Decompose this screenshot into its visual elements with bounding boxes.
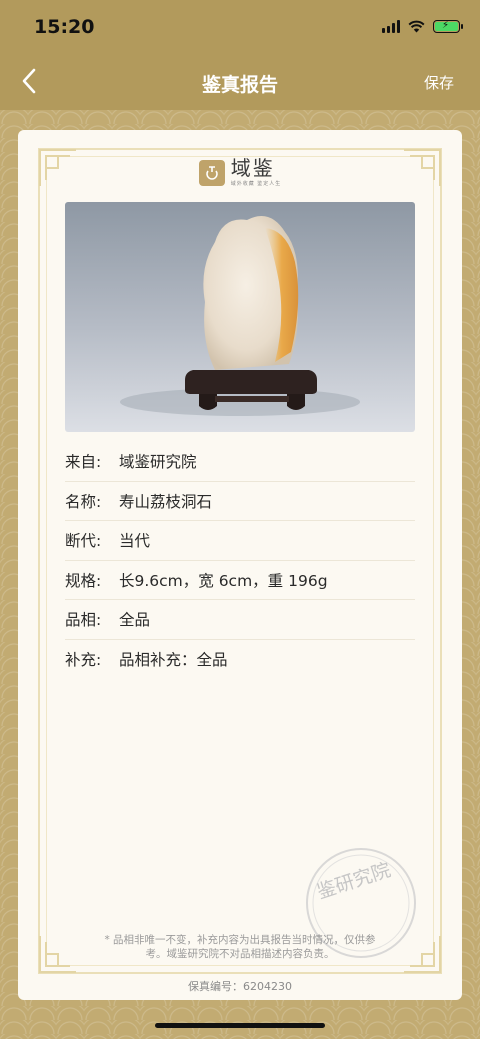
detail-row-spec: 规格: 长9.6cm，宽 6cm，重 196g (65, 561, 415, 600)
report-card: 域鉴 域外收藏 鉴定人生 来自: 域鉴研究院 名称: 寿山荔枝洞石 断代: 当代… (18, 130, 462, 1000)
detail-label: 补充: (65, 651, 102, 670)
detail-label: 来自: (65, 453, 102, 472)
detail-row-condition: 品相: 全品 (65, 600, 415, 640)
detail-value: 域鉴研究院 (119, 453, 197, 472)
status-icons: ⚡ (382, 19, 463, 33)
save-button[interactable]: 保存 (424, 72, 454, 93)
corner-ornament-icon (39, 936, 76, 973)
status-time: 15:20 (34, 16, 95, 38)
detail-value: 当代 (119, 532, 151, 551)
battery-icon: ⚡ (433, 19, 463, 33)
detail-row-supplement: 补充: 品相补充：全品 (65, 640, 415, 680)
signal-icon (382, 19, 400, 33)
logo-name: 域鉴 (230, 156, 275, 180)
brand-logo: 域鉴 域外收藏 鉴定人生 (18, 158, 462, 187)
logo-mark-icon (198, 159, 225, 186)
detail-value: 品相补充：全品 (119, 651, 228, 670)
top-bar: 15:20 ⚡ 鉴真报告 保存 (0, 0, 480, 110)
disclaimer-line-1: * 品相非唯一不变，补充内容为出具报告当时情况，仅供参 (104, 934, 376, 946)
item-photo (65, 202, 415, 432)
disclaimer-line-2: 考。域鉴研究院不对品相描述内容负责。 (145, 948, 335, 960)
serial-number: 保真编号：6204230 (188, 980, 292, 993)
detail-label: 规格: (65, 571, 102, 590)
detail-value: 全品 (119, 611, 151, 630)
detail-row-source: 来自: 域鉴研究院 (65, 442, 415, 482)
home-indicator[interactable] (155, 1023, 325, 1028)
page-title: 鉴真报告 (201, 74, 278, 96)
seal-text: 鉴研究院 (314, 859, 393, 903)
detail-label: 品相: (65, 611, 102, 630)
disclaimer-note: * 品相非唯一不变，补充内容为出具报告当时情况，仅供参 考。域鉴研究院不对品相描… (78, 933, 402, 961)
detail-list: 来自: 域鉴研究院 名称: 寿山荔枝洞石 断代: 当代 规格: 长9.6cm，宽… (65, 442, 415, 679)
detail-label: 名称: (65, 492, 102, 511)
detail-row-name: 名称: 寿山荔枝洞石 (65, 482, 415, 521)
logo-tagline: 域外收藏 鉴定人生 (230, 181, 282, 187)
detail-row-dating: 断代: 当代 (65, 521, 415, 561)
detail-label: 断代: (65, 532, 102, 551)
detail-value: 寿山荔枝洞石 (119, 492, 213, 511)
detail-value: 长9.6cm，宽 6cm，重 196g (119, 571, 328, 590)
wifi-icon (408, 20, 425, 33)
